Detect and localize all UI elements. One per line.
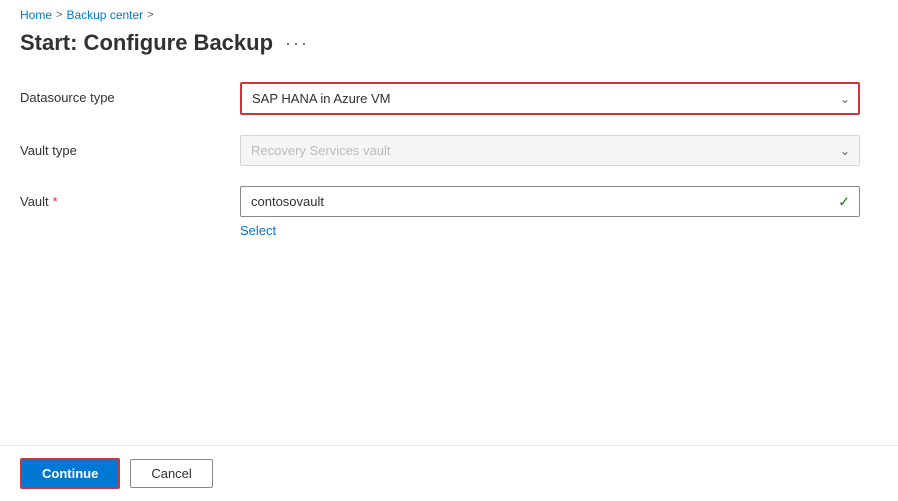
vault-check-icon: ✓ [838,193,850,210]
required-asterisk: * [53,194,58,209]
page-title: Start: Configure Backup [20,30,273,56]
backup-center-link[interactable]: Backup center [66,8,143,22]
vault-row: Vault * ✓ Select [20,186,878,240]
page-header: Start: Configure Backup ··· [0,26,898,72]
vault-type-label: Vault type [20,135,220,158]
vault-type-select[interactable]: Recovery Services vault [240,135,860,166]
select-link[interactable]: Select [240,223,276,238]
vault-label: Vault * [20,186,220,209]
vault-control: ✓ Select [240,186,860,240]
breadcrumb-separator-2: > [147,9,153,21]
form-section: Datasource type SAP HANA in Azure VM ⌄ V… [20,82,878,240]
datasource-type-control: SAP HANA in Azure VM ⌄ [240,82,860,115]
datasource-type-select[interactable]: SAP HANA in Azure VM [240,82,860,115]
datasource-type-label: Datasource type [20,82,220,105]
main-content: Datasource type SAP HANA in Azure VM ⌄ V… [0,72,898,445]
vault-type-control: Recovery Services vault ⌄ [240,135,860,166]
vault-input-wrapper: ✓ [240,186,860,217]
page-menu-dots[interactable]: ··· [285,33,309,54]
continue-button[interactable]: Continue [20,458,120,489]
breadcrumb-separator-1: > [56,9,62,21]
datasource-type-row: Datasource type SAP HANA in Azure VM ⌄ [20,82,878,115]
vault-type-row: Vault type Recovery Services vault ⌄ [20,135,878,166]
breadcrumb: Home > Backup center > [0,0,898,26]
vault-input[interactable] [240,186,860,217]
cancel-button[interactable]: Cancel [130,459,212,488]
home-link[interactable]: Home [20,8,52,22]
vault-type-dropdown-wrapper: Recovery Services vault ⌄ [240,135,860,166]
datasource-type-dropdown-wrapper: SAP HANA in Azure VM ⌄ [240,82,860,115]
footer: Continue Cancel [0,445,898,501]
